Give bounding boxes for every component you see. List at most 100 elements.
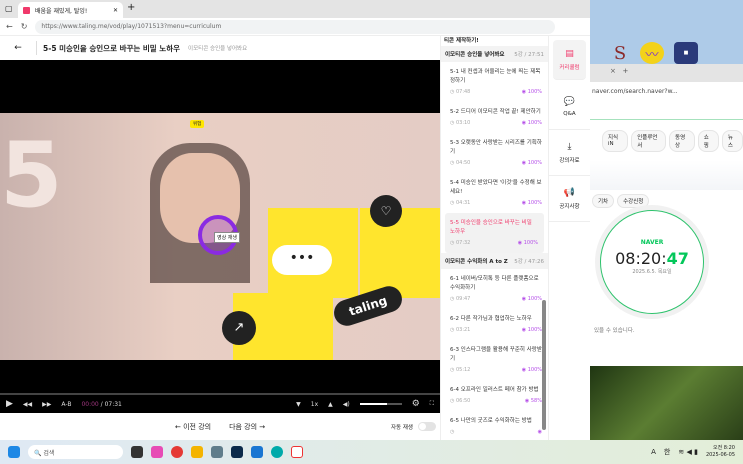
side-menu-megaphone[interactable]: 📢 공지사항 [549,176,590,222]
section-subtitle: 이모티콘 승인을 넣어봐요 [188,46,248,52]
fullscreen-icon[interactable]: ⛶ [430,400,434,408]
tab-title: 배움을 재밌게, 탈잉! [35,7,88,15]
naver-tab[interactable]: 인플루언서 [631,130,667,152]
copilot-icon[interactable] [151,446,163,458]
lecture-item[interactable]: 6-3 인스타그램을 활용해 꾸준히 사랑받기 ◷ 05:12 ◉ 100% [441,340,548,380]
lecture-item[interactable]: 6-2 다른 작가님과 협업하는 노하우 ◷ 03:21 ◉ 100% [441,309,548,340]
speed-up-icon[interactable]: ▲ [328,401,333,408]
lecture-title: 5-4 미승인 받았다면 '이것'을 수정해 보세요! [450,180,542,195]
video-frame[interactable]: 5 위험 ♡ ↗ ••• taling 영상 재생 [0,113,440,360]
lecture-item[interactable]: 5-1 내 컨셉과 어울리는 눈에 띄는 제목 정하기 ◷ 07:48 ◉ 100% [441,62,548,102]
desktop-app-icon[interactable]: ■ [674,42,698,64]
lecture-duration: ◷ 04:50 [450,160,471,166]
lecture-title: 5-2 드디어 이모티콘 작업 끝! 제안하기 [450,109,541,115]
heart-chart-icon: ♡ [370,195,402,227]
side-menu-download[interactable]: ⤓ 강의자료 [549,130,590,176]
task-view-icon[interactable] [131,446,143,458]
edge-icon[interactable] [271,446,283,458]
play-icon[interactable]: ▶ [6,399,13,409]
autoplay-toggle[interactable] [418,422,436,431]
lecture-title: 5-5 미승인을 승인으로 바꾸는 비밀 노하우 [450,220,532,235]
ime-indicator[interactable]: 한 [664,447,670,457]
lecture-progress: ◉ 100% [521,200,542,206]
forward-icon[interactable]: ▶▶ [42,401,51,408]
naver-address-bar[interactable]: naver.com/search.naver?w... [590,82,743,100]
refresh-icon[interactable]: ↻ [21,22,28,31]
back-icon[interactable]: ← [6,22,13,31]
url-bar[interactable]: https://www.taling.me/vod/play/1071513?m… [35,19,556,34]
calculator-icon[interactable] [211,446,223,458]
back-button[interactable]: ← [0,43,36,53]
next-lecture-button[interactable]: 다음 강의 → [229,422,265,432]
curriculum-icon: ▤ [565,48,574,59]
duration: 07:31 [104,400,122,408]
big-number: 5 [0,123,63,228]
lecture-progress: ◉ 100% [521,296,542,302]
browser-tab[interactable]: 배움을 재밌게, 탈잉! ✕ [18,2,123,18]
taling-browser-window: ▢ 배움을 재밌게, 탈잉! ✕ + ← ↻ https://www.talin… [0,0,590,440]
lecture-duration: ◷ 03:21 [450,327,471,333]
naver-chip[interactable]: 수강신청 [617,194,650,208]
naver-clock: NAVER 08:20:47 2025.6.5. 목요일 [600,210,704,314]
volume-slider[interactable] [359,403,402,405]
side-menu: ▤ 커리큘럼 💬 Q&A ⤓ 강의자료 📢 공지사항 [548,36,590,440]
chrome-icon[interactable] [171,446,183,458]
volume-icon[interactable]: ◀) [343,401,350,408]
windows-start-icon[interactable] [8,446,20,458]
taskbar-search[interactable]: 🔍 검색 [28,445,123,459]
rewind-icon[interactable]: ◀◀ [23,401,32,408]
desktop-app-icon[interactable]: 〰 [640,42,664,64]
desktop-wallpaper [590,366,743,440]
lecture-duration: ◷ [450,429,455,435]
line-chart-icon: ↗ [222,311,256,345]
speed-down-icon[interactable]: ▼ [296,401,301,408]
naver-tab[interactable]: 지식iN [602,130,629,152]
scrollbar[interactable] [542,300,546,430]
desktop-app-icon[interactable]: S [608,42,632,64]
lecture-progress: ◉ 100% [521,327,542,333]
current-time: 00:00 [81,400,99,408]
naver-chip[interactable]: 기차 [592,194,615,208]
photoshop-icon[interactable] [231,446,243,458]
lecture-item[interactable]: 6-4 오프라인 일러스트 페어 참가 방법 ◷ 06:50 ◉ 58% [441,380,548,411]
naver-tab[interactable]: 뉴스 [721,130,743,152]
pdf-icon[interactable] [291,446,303,458]
desktop: S 〰 ■ [590,0,743,66]
app-icon[interactable] [251,446,263,458]
file-explorer-icon[interactable] [191,446,203,458]
side-menu-chat[interactable]: 💬 Q&A [549,84,590,130]
lecture-item[interactable]: 5-5 미승인을 승인으로 바꾸는 비밀 노하우 ◷ 07:32 ◉ 100% [445,213,544,253]
lecture-duration: ◷ 05:12 [450,367,471,373]
lecture-item[interactable]: 6-1 네이버/모히톡 등 다른 플랫폼으로 수익화하기 ◷ 09:47 ◉ 100… [441,269,548,309]
lecture-progress: ◉ 100% [521,120,542,126]
side-menu-label: 커리큘럼 [559,64,580,71]
speed-value: 1x [310,400,319,408]
lecture-duration: ◷ 09:47 [450,296,471,302]
lecture-title: 5-5 미승인을 승인으로 바꾸는 비밀 노하우 [43,43,181,53]
clock[interactable]: 오전 8:20 2025-06-05 [706,445,735,459]
lecture-duration: ◷ 07:48 [450,89,471,95]
speech-bubble: ••• [272,245,332,275]
section-header[interactable]: 이모티콘 수익화의 A to Z 5강 / 47:26 [441,253,548,269]
close-tab-icon[interactable]: ✕ [113,7,118,14]
ab-repeat-button[interactable]: A-B [61,401,71,408]
play-tooltip: 영상 재생 [214,232,240,243]
wifi-volume-battery-icon[interactable]: ≋ ◀ ▮ [678,448,698,456]
lecture-item[interactable]: 5-2 드디어 이모티콘 작업 끝! 제안하기 ◷ 03:10 ◉ 100% [441,102,548,133]
naver-tab[interactable]: 쇼핑 [697,130,719,152]
section-header[interactable]: 이모티콘 승인을 넣어봐요 5강 / 27:51 [441,46,548,62]
lecture-title: 5-1 내 컨셉과 어울리는 눈에 띄는 제목 정하기 [450,69,541,84]
settings-icon[interactable]: ⚙ [412,399,420,409]
naver-notice: 있을 수 있습니다. [594,328,635,334]
lecture-item[interactable]: 5-3 오랫동안 사랑받는 시리즈를 기획하기 ◷ 04:50 ◉ 100% [441,133,548,173]
prev-lecture-button[interactable]: ← 이전 강의 [175,422,211,432]
naver-tab[interactable]: 동영상 [669,130,695,152]
lecture-title: 6-2 다른 작가님과 협업하는 노하우 [450,316,532,322]
side-menu-curriculum[interactable]: ▤ 커리큘럼 [553,40,586,80]
lecture-progress: ◉ 100% [521,367,542,373]
new-tab-button[interactable]: + [127,2,135,13]
input-lang[interactable]: A [651,448,656,456]
lecture-item[interactable]: 6-5 나만의 굿즈로 수익화하는 방법 ◷ ◉ [441,411,548,440]
tab-actions-icon[interactable]: ▢ [5,4,13,13]
lecture-item[interactable]: 5-4 미승인 받았다면 '이것'을 수정해 보세요! ◷ 04:31 ◉ 100% [441,173,548,213]
